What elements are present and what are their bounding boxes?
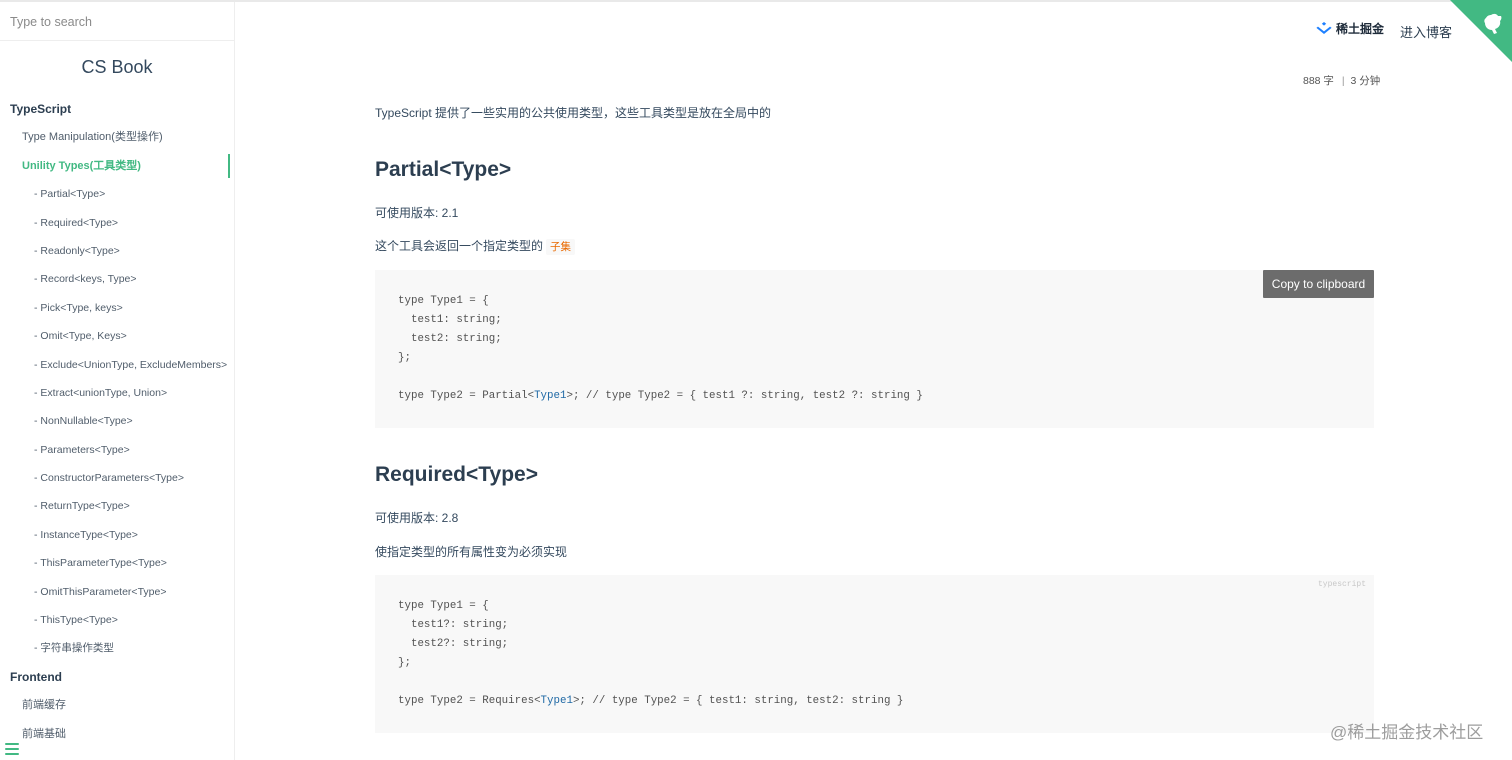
juejin-label: 稀土掘金 xyxy=(1336,22,1385,36)
enter-blog-link[interactable]: 进入博客 xyxy=(1400,22,1452,41)
sidebar-subitem[interactable]: - ReturnType<Type> xyxy=(0,492,234,520)
sidebar-group-title[interactable]: Frontend xyxy=(0,663,234,691)
sidebar-item[interactable]: 前端基础 xyxy=(0,720,234,748)
sidebar-subitem[interactable]: - Parameters<Type> xyxy=(0,436,234,464)
code-line: type Type2 = Requires<Type1>; // type Ty… xyxy=(398,692,1351,711)
sidebar-subitem[interactable]: - Readonly<Type> xyxy=(0,237,234,265)
sidebar-subitem[interactable]: - Partial<Type> xyxy=(0,180,234,208)
code-type-token: Type1 xyxy=(540,695,573,707)
code-token: }; xyxy=(398,657,411,669)
version-text: 可使用版本: 2.8 xyxy=(375,511,459,525)
description-text: 这个工具会返回一个指定类型的 xyxy=(375,239,544,253)
juejin-link[interactable]: 稀土掘金 xyxy=(1316,20,1384,37)
code-token: >; // type Type2 = { test1: string, test… xyxy=(572,695,904,707)
sidebar-subitem[interactable]: - Required<Type> xyxy=(0,209,234,237)
sidebar-subitem[interactable]: - NonNullable<Type> xyxy=(0,407,234,435)
watermark: @稀土掘金技术社区 xyxy=(1330,723,1484,742)
intro-paragraph: TypeScript 提供了一些实用的公共使用类型，这些工具类型是放在全局中的 xyxy=(375,106,772,120)
code-token: type Type1 = { xyxy=(398,600,489,612)
code-type-token: Type1 xyxy=(534,390,567,402)
code-line: test2?: string; xyxy=(398,635,1351,654)
code-block: type Type1 = { test1: string; test2: str… xyxy=(375,270,1374,428)
version-text: 可使用版本: 2.1 xyxy=(375,206,459,220)
sidebar-subitem[interactable]: - ThisType<Type> xyxy=(0,606,234,634)
code-token: }; xyxy=(398,352,411,364)
sidebar-subitem[interactable]: - Extract<unionType, Union> xyxy=(0,379,234,407)
copy-to-clipboard-button[interactable]: Copy to clipboard xyxy=(1263,270,1374,298)
word-count: 888 字 xyxy=(1303,75,1334,87)
code-token: test2: string; xyxy=(398,333,502,345)
code-line: type Type2 = Partial<Type1>; // type Typ… xyxy=(398,387,1351,406)
meta-separator: | xyxy=(1341,75,1345,87)
menu-toggle-icon[interactable] xyxy=(5,743,19,755)
sidebar-subitem[interactable]: - Pick<Type, keys> xyxy=(0,294,234,322)
code-token: type Type2 = Requires< xyxy=(398,695,541,707)
section-title-partial[interactable]: Partial<Type> xyxy=(375,158,511,182)
sidebar: CS Book TypeScriptType Manipulation(类型操作… xyxy=(0,2,235,760)
sidebar-subitem[interactable]: - Exclude<UnionType, ExcludeMembers> xyxy=(0,351,234,379)
code-line: test2: string; xyxy=(398,330,1351,349)
sidebar-subitem[interactable]: - Record<keys, Type> xyxy=(0,265,234,293)
sidebar-item[interactable]: Type Manipulation(类型操作) xyxy=(0,123,234,151)
code-language-label: typescript xyxy=(1318,580,1367,589)
sidebar-subitem[interactable]: - Omit<Type, Keys> xyxy=(0,322,234,350)
sidebar-nav: TypeScript Type Manipulation(类型操作) Unility… xyxy=(0,95,234,748)
sidebar-subitem[interactable]: - OmitThisParameter<Type> xyxy=(0,578,234,606)
sidebar-subitem[interactable]: - 字符串操作类型 xyxy=(0,634,234,662)
sidebar-subitem[interactable]: - ThisParameterType<Type> xyxy=(0,549,234,577)
site-title[interactable]: CS Book xyxy=(0,57,234,87)
code-token: test1: string; xyxy=(398,314,502,326)
active-indicator xyxy=(228,154,230,178)
reading-meta: 888 字 | 3 分钟 xyxy=(1303,73,1380,88)
code-token: test1?: string; xyxy=(398,619,509,631)
code-line: test1?: string; xyxy=(398,616,1351,635)
code-line: type Type1 = { xyxy=(398,292,1351,311)
sidebar-group-title[interactable]: TypeScript xyxy=(0,95,234,123)
juejin-logo-icon xyxy=(1316,21,1332,34)
inline-code: 子集 xyxy=(546,239,576,255)
code-token: >; // type Type2 = { test1 ?: string, te… xyxy=(566,390,923,402)
code-line: type Type1 = { xyxy=(398,597,1351,616)
section-description: 这个工具会返回一个指定类型的 子集 xyxy=(375,237,576,255)
sidebar-item[interactable]: 前端缓存 xyxy=(0,691,234,719)
code-block: type Type1 = { test1?: string; test2?: s… xyxy=(375,575,1374,733)
code-line: }; xyxy=(398,349,1351,368)
sidebar-subitem[interactable]: - ConstructorParameters<Type> xyxy=(0,464,234,492)
sidebar-subitem[interactable]: - InstanceType<Type> xyxy=(0,521,234,549)
code-token: type Type2 = Partial< xyxy=(398,390,535,402)
description-text: 使指定类型的所有属性变为必须实现 xyxy=(375,545,568,559)
github-corner-icon[interactable] xyxy=(1450,0,1512,62)
code-token: type Type1 = { xyxy=(398,295,489,307)
code-token: test2?: string; xyxy=(398,638,509,650)
code-line: }; xyxy=(398,654,1351,673)
reading-time: 3 分钟 xyxy=(1350,75,1381,87)
search-bar xyxy=(0,2,234,41)
section-title-required[interactable]: Required<Type> xyxy=(375,463,538,487)
code-line: test1: string; xyxy=(398,311,1351,330)
sidebar-item[interactable]: Unility Types(工具类型) xyxy=(0,152,234,180)
search-input[interactable] xyxy=(10,15,210,29)
